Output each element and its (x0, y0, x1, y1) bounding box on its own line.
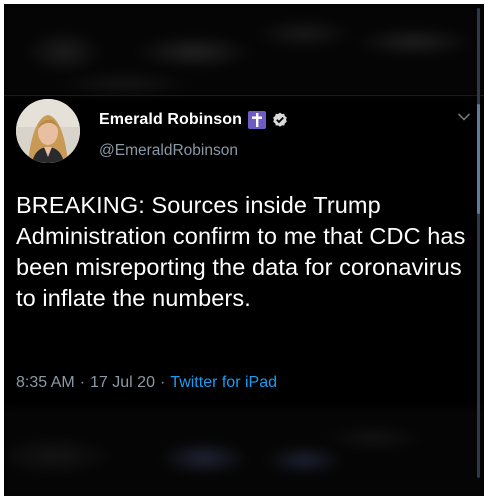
tweet-meta: 8:35 AM · 17 Jul 20 · Twitter for iPad (16, 374, 277, 392)
divider (4, 95, 484, 96)
separator: · (159, 374, 166, 391)
latin-cross-emoji-icon (247, 111, 266, 129)
author-handle[interactable]: @EmeraldRobinson (99, 142, 238, 160)
avatar[interactable] (16, 99, 80, 163)
tweet-time[interactable]: 8:35 AM (16, 374, 75, 392)
tweet-screen: Emerald Robinson @EmeraldRobinson BREAKI… (4, 4, 484, 496)
tweet-text: BREAKING: Sources inside Trump Administr… (16, 192, 466, 311)
display-name[interactable]: Emerald Robinson (99, 111, 242, 129)
author-name-row[interactable]: Emerald Robinson (99, 108, 288, 132)
scrollbar-track[interactable] (477, 8, 480, 478)
blurred-previous-tweet (4, 4, 484, 96)
scrollbar-thumb[interactable] (477, 104, 480, 214)
verified-badge-icon (272, 112, 288, 128)
tweet-date[interactable]: 17 Jul 20 (90, 374, 155, 392)
blurred-tweet-actions (4, 408, 484, 496)
separator: · (79, 374, 86, 391)
chevron-down-icon[interactable] (457, 112, 471, 122)
tweet-source-link[interactable]: Twitter for iPad (170, 374, 277, 392)
